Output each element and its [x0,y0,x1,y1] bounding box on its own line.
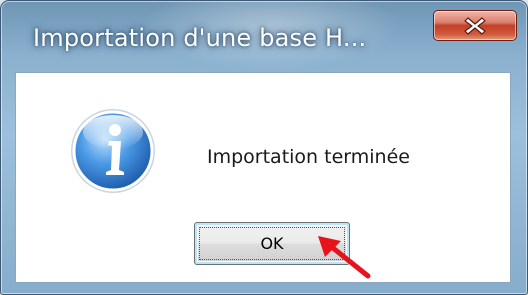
information-icon [68,106,158,196]
dialog-window: Importation d'une base H... Importation … [0,0,528,295]
message-text: Importation terminée [207,146,410,168]
dialog-content: Importation terminée OK [15,72,511,283]
close-icon [434,11,516,40]
title-bar[interactable]: Importation d'une base H... [1,1,527,71]
window-title: Importation d'une base H... [33,24,367,52]
ok-button-label: OK [260,234,284,253]
close-button[interactable] [433,10,517,41]
ok-button[interactable]: OK [194,222,350,265]
